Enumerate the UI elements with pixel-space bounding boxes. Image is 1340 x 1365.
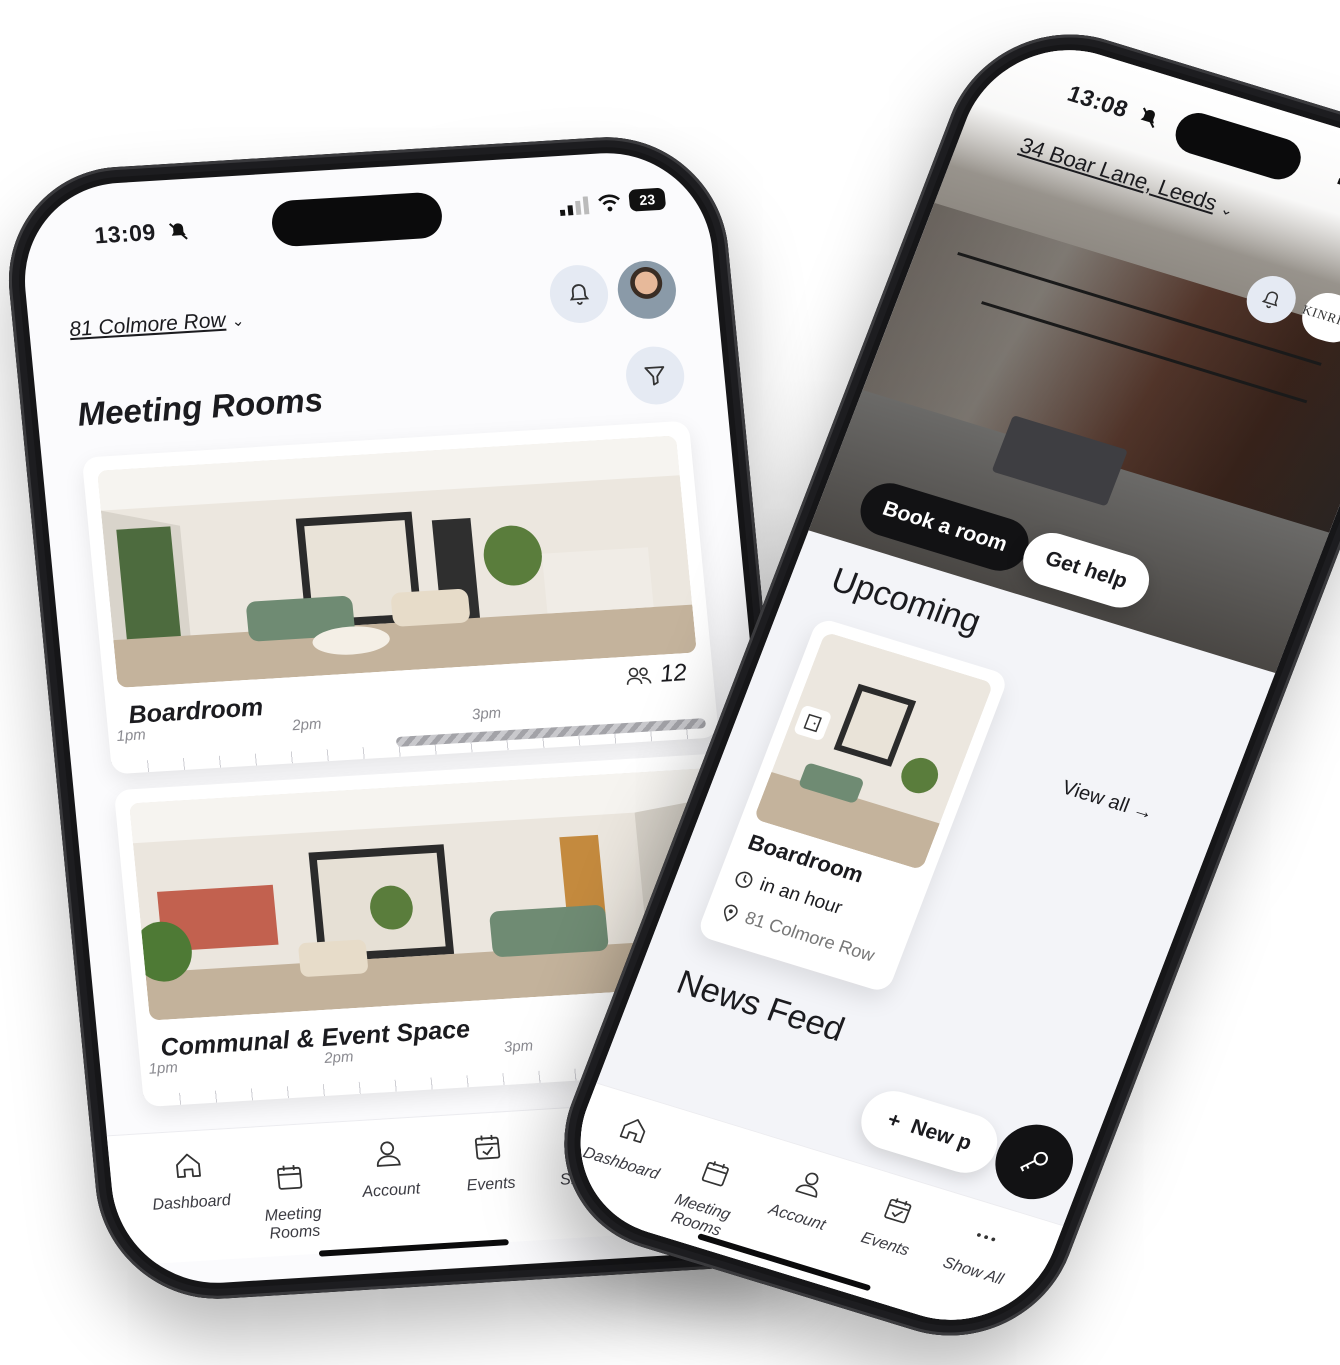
time-label: 1pm <box>148 1059 179 1078</box>
location-pin-icon <box>719 902 741 924</box>
tab-account[interactable]: Account <box>336 1134 442 1203</box>
plus-icon: + <box>884 1108 904 1134</box>
tab-label: Events <box>838 1223 932 1267</box>
calendar-check-icon <box>470 1130 505 1164</box>
new-post-label: New p <box>907 1115 975 1156</box>
calendar-check-icon <box>878 1192 917 1229</box>
chevron-down-icon: ⌄ <box>231 312 245 331</box>
filter-icon <box>642 363 668 388</box>
user-icon <box>790 1165 829 1202</box>
tab-label: Account <box>750 1196 844 1240</box>
room-card-boardroom[interactable]: Boardroom 12 1pm 2pm 3pm <box>82 421 719 775</box>
people-icon <box>625 666 653 686</box>
key-icon <box>1014 1143 1053 1180</box>
wifi-icon <box>596 192 622 213</box>
tab-events[interactable]: Events <box>436 1128 542 1197</box>
tab-meeting-rooms[interactable]: Meeting Rooms <box>236 1140 347 1263</box>
time-label: 1pm <box>116 726 147 745</box>
signal-icon <box>559 196 591 216</box>
door-icon <box>801 712 825 734</box>
tab-label: Show All <box>926 1250 1020 1294</box>
filter-button[interactable] <box>623 345 686 406</box>
bell-muted-icon <box>1136 105 1162 130</box>
clock-icon <box>732 869 756 891</box>
brand-logo-text: KINRISE <box>1300 302 1340 334</box>
home-icon <box>171 1149 206 1183</box>
tab-label: Account <box>341 1179 443 1203</box>
tab-label: Dashboard <box>141 1191 243 1215</box>
tab-label: Meeting Rooms <box>242 1203 345 1245</box>
capacity-value: 12 <box>659 659 688 689</box>
time-label: 2pm <box>291 716 322 735</box>
status-bar: 13:09 23 <box>19 181 710 263</box>
location-selector[interactable]: 81 Colmore Row ⌄ <box>68 308 245 343</box>
tab-label: Events <box>440 1173 542 1197</box>
room-photo <box>97 435 697 688</box>
page-title: Meeting Rooms <box>76 381 325 434</box>
tab-show-all[interactable]: Show All <box>926 1210 1036 1294</box>
status-time: 13:09 <box>93 219 157 250</box>
address-label: 81 Colmore Row <box>68 309 226 341</box>
bell-icon <box>1258 287 1284 312</box>
ellipsis-icon <box>966 1219 1005 1256</box>
time-label: 3pm <box>503 1037 534 1056</box>
location-header: 81 Colmore Row ⌄ <box>66 259 681 376</box>
bell-icon <box>566 281 592 306</box>
profile-avatar[interactable] <box>615 259 678 320</box>
user-icon <box>370 1136 405 1170</box>
room-capacity: 12 <box>625 659 688 691</box>
calendar-icon <box>696 1155 735 1192</box>
dynamic-island <box>270 191 444 247</box>
time-label: 3pm <box>471 705 502 724</box>
time-label: 2pm <box>323 1048 354 1067</box>
notifications-button[interactable] <box>547 263 610 324</box>
tab-label: Dashboard <box>574 1142 668 1186</box>
tab-dashboard[interactable]: Dashboard <box>137 1147 243 1216</box>
bell-muted-icon <box>167 221 189 242</box>
home-icon <box>614 1111 653 1148</box>
battery-indicator: 23 <box>628 188 666 212</box>
calendar-icon <box>272 1160 307 1194</box>
